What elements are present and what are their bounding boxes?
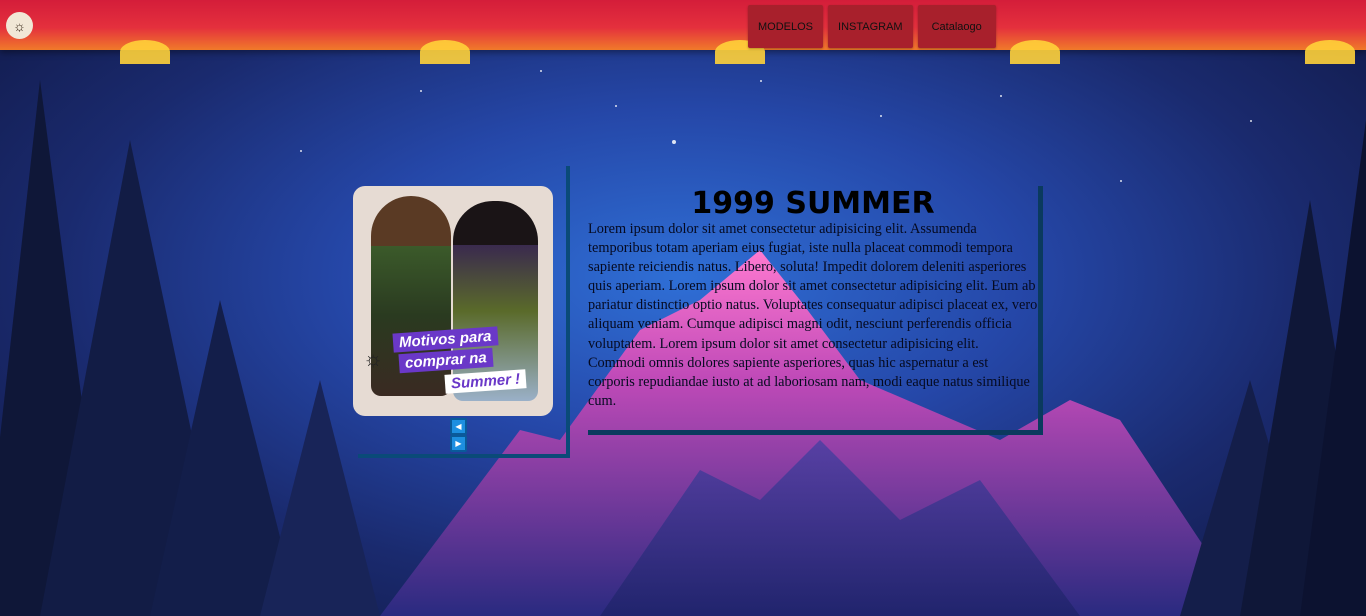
star [1250, 120, 1252, 122]
triangle-left-icon: ◀ [455, 422, 462, 431]
top-navbar: ☼ MODELOS INSTAGRAM Catalaogo [0, 0, 1366, 64]
star [760, 80, 762, 82]
star [880, 115, 882, 117]
promo-badge-line: comprar na [398, 347, 494, 374]
sun-icon: ☼ [363, 346, 384, 371]
star [672, 140, 676, 144]
logo[interactable]: ☼ [6, 12, 33, 39]
sun-decoration [1305, 40, 1355, 64]
sun-decoration [1010, 40, 1060, 64]
star [1000, 95, 1002, 97]
carousel-image: ☼ Motivos para comprar na Summer ! [353, 186, 553, 416]
article-panel: 1999 SUMMER Lorem ipsum dolor sit amet c… [588, 186, 1043, 435]
promo-badge: Motivos para comprar na Summer ! [392, 326, 533, 396]
star [300, 150, 302, 152]
promo-badge-line: Summer ! [444, 369, 527, 394]
star [1120, 180, 1122, 182]
image-carousel: ☼ Motivos para comprar na Summer ! ◀ ▶ [353, 166, 570, 458]
nav-catalogo-button[interactable]: Catalaogo [917, 5, 996, 48]
sun-decoration [120, 40, 170, 64]
article-body: Lorem ipsum dolor sit amet consectetur a… [588, 221, 1038, 409]
sun-icon: ☼ [13, 17, 26, 34]
sun-decoration [420, 40, 470, 64]
carousel-prev-button[interactable]: ◀ [450, 418, 467, 435]
article-title: 1999 SUMMER [691, 186, 935, 221]
carousel-next-button[interactable]: ▶ [450, 435, 467, 452]
star [420, 90, 422, 92]
star [540, 70, 542, 72]
triangle-right-icon: ▶ [455, 439, 462, 448]
nav-modelos-button[interactable]: MODELOS [748, 5, 824, 48]
nav-menu: MODELOS INSTAGRAM Catalaogo [748, 5, 996, 48]
nav-instagram-button[interactable]: INSTAGRAM [828, 5, 913, 48]
star [615, 105, 617, 107]
